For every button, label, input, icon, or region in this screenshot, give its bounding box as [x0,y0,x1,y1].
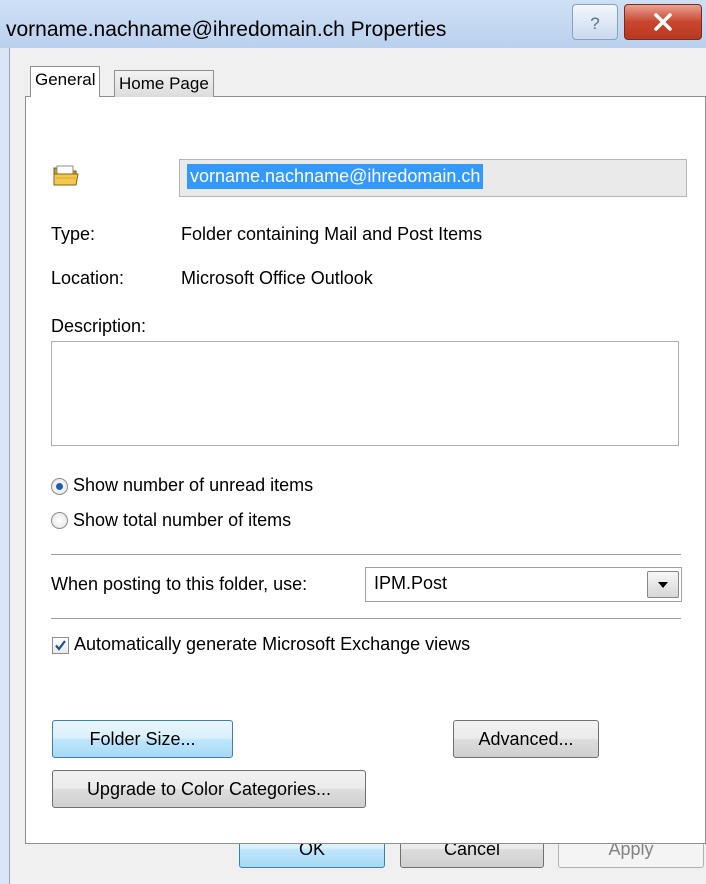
general-tab-panel: vorname.nachname@ihredomain.ch Type: Fol… [25,96,706,844]
help-button[interactable]: ? [572,4,618,40]
chevron-down-icon [658,582,668,588]
type-label: Type: [51,224,96,244]
folder-size-button-label: Folder Size... [89,729,196,749]
dropdown-button[interactable] [647,571,679,598]
auto-views-label[interactable]: Automatically generate Microsoft Exchang… [74,634,470,655]
posting-form-select[interactable]: IPM.Post [365,567,682,602]
window-title: vorname.nachname@ihredomain.ch Propertie… [6,18,447,41]
svg-text:?: ? [590,14,599,33]
folder-icon [53,165,79,186]
radio-show-unread[interactable] [51,478,68,495]
separator [51,618,681,620]
radio-selected-dot [56,483,63,490]
title-bar[interactable]: vorname.nachname@ihredomain.ch Propertie… [0,0,706,48]
tab-home-page-label: Home Page [119,74,209,93]
radio-show-total-label[interactable]: Show total number of items [73,510,291,531]
upgrade-color-categories-button[interactable]: Upgrade to Color Categories... [52,770,366,808]
folder-name-field[interactable]: vorname.nachname@ihredomain.ch [179,159,687,197]
upgrade-button-label: Upgrade to Color Categories... [86,779,332,799]
separator [51,554,681,556]
posting-label: When posting to this folder, use: [51,574,308,594]
folder-size-button[interactable]: Folder Size... [52,720,233,758]
help-icon: ? [590,14,599,33]
location-value: Microsoft Office Outlook [181,268,373,288]
radio-show-unread-label[interactable]: Show number of unread items [73,475,313,496]
window-border [0,48,10,884]
dialog-client-area: General Home Page vorname.nachname@ihred… [10,48,706,884]
location-label: Location: [51,268,125,288]
properties-dialog: vorname.nachname@ihredomain.ch Propertie… [0,0,706,884]
folder-name-value: vorname.nachname@ihredomain.ch [187,164,484,189]
radio-show-total[interactable] [51,512,68,529]
type-value: Folder containing Mail and Post Items [181,224,483,244]
description-textarea[interactable] [51,341,679,446]
posting-form-value: IPM.Post [374,573,448,593]
checkmark-icon [55,640,66,651]
close-icon [654,13,672,31]
advanced-button-label: Advanced... [478,729,574,749]
auto-views-checkbox[interactable] [52,637,69,654]
tab-general[interactable]: General [30,66,101,97]
tab-general-label: General [35,70,96,89]
tab-home-page[interactable]: Home Page [114,70,214,97]
description-label: Description: [51,316,147,336]
close-button[interactable] [624,4,702,40]
advanced-button[interactable]: Advanced... [453,720,599,758]
